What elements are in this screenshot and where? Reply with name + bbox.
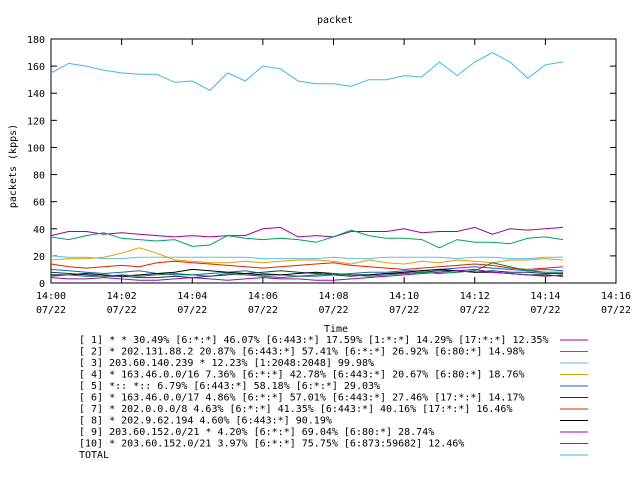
y-tick-label: 100 — [27, 143, 45, 154]
series-line-11 — [50, 52, 564, 92]
legend-label: [ 4] * 163.46.0.0/16 7.36% [6:*:*] 42.78… — [79, 370, 525, 381]
x-tick-label-date: 07/22 — [248, 305, 278, 316]
legend-label: [ 9] 203.60.152.0/21 * 4.20% [6:*:*] 69.… — [79, 427, 434, 438]
x-tick-label-date: 07/22 — [460, 305, 490, 316]
chart-title: packet — [317, 15, 353, 26]
series-line-3 — [50, 255, 563, 260]
y-tick-label: 20 — [33, 252, 45, 263]
y-tick-label: 180 — [27, 35, 45, 46]
legend-label: [ 1] * * 30.49% [6:*:*] 46.07% [6:443:*]… — [79, 335, 549, 346]
x-tick-label-date: 07/22 — [530, 305, 560, 316]
x-tick-label-time: 14:10 — [389, 291, 419, 302]
y-tick-label: 120 — [27, 116, 45, 127]
y-tick-label: 160 — [27, 62, 45, 73]
y-tick-label: 80 — [33, 171, 45, 182]
legend-label: [ 6] * 163.46.0.0/17 4.86% [6:*:*] 57.01… — [79, 393, 525, 404]
x-tick-label-time: 14:00 — [36, 291, 66, 302]
series-line-4 — [50, 247, 564, 265]
y-tick-label: 0 — [39, 279, 45, 290]
y-axis-label: packets (kpps) — [8, 124, 19, 208]
x-tick-label-time: 14:12 — [460, 291, 490, 302]
legend-label: [ 2] * 202.131.88.2 20.87% [6:443:*] 57.… — [79, 347, 525, 358]
x-tick-label-date: 07/22 — [601, 305, 631, 316]
x-tick-label-date: 07/22 — [107, 305, 137, 316]
legend-label: [10] * 203.60.152.0/21 3.97% [6:*:*] 75.… — [79, 439, 464, 450]
y-axis-ticks: 0 20 40 60 80 100 120 140 160 180 — [27, 35, 616, 290]
x-tick-label-time: 14:02 — [107, 291, 137, 302]
x-tick-label-time: 14:04 — [177, 291, 207, 302]
series-lines — [50, 52, 564, 281]
x-tick-label-time: 14:08 — [318, 291, 348, 302]
x-tick-label-date: 07/22 — [389, 305, 419, 316]
y-tick-label: 40 — [33, 225, 45, 236]
legend-label: TOTAL — [79, 450, 109, 461]
legend-label: [ 7] * 202.0.0.0/8 4.63% [6:*:*] 41.35% … — [79, 404, 512, 415]
x-tick-label-date: 07/22 — [318, 305, 348, 316]
x-tick-label-time: 14:14 — [530, 291, 560, 302]
y-tick-label: 60 — [33, 198, 45, 209]
series-line-2 — [50, 229, 564, 249]
y-tick-label: 140 — [27, 89, 45, 100]
legend-label: [ 5] *:: *:: 6.79% [6:443:*] 58.18% [6:*… — [79, 381, 380, 392]
x-axis-label: Time — [324, 324, 348, 335]
legend-label: [ 8] * 202.9.62.194 4.60% [6:443:*] 90.1… — [79, 416, 332, 427]
series-line-1 — [50, 226, 564, 238]
x-tick-label-date: 07/22 — [36, 305, 66, 316]
legend: [ 1] * * 30.49% [6:*:*] 46.07% [6:443:*]… — [79, 335, 588, 461]
x-tick-label-time: 14:16 — [601, 291, 631, 302]
series-line-9 — [50, 268, 564, 281]
x-tick-label-date: 07/22 — [177, 305, 207, 316]
x-tick-label-time: 14:06 — [248, 291, 278, 302]
legend-label: [ 3] 203.60.140.239 * 12.23% [1:2048:204… — [79, 358, 374, 369]
packet-chart: packet packets (kpps) Time 0 20 40 60 80 100 1… — [8, 15, 631, 461]
